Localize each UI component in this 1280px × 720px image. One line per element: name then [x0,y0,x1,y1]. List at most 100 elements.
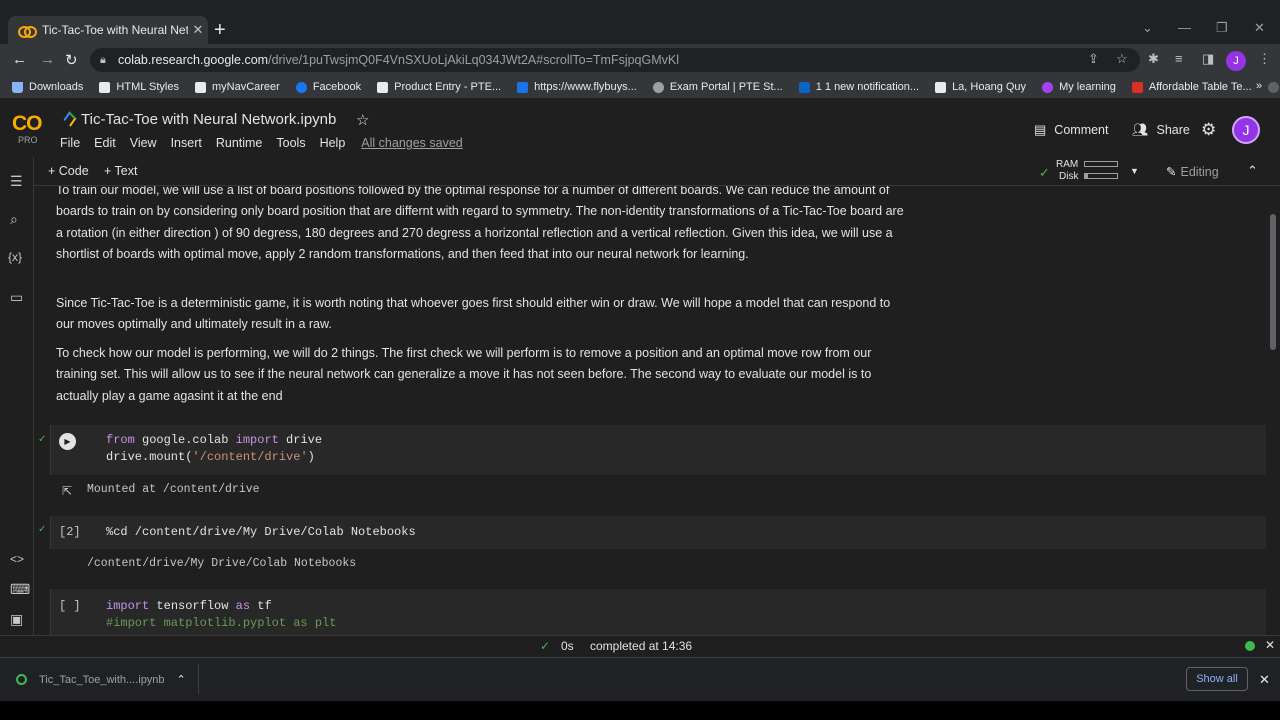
menu-edit[interactable]: Edit [94,136,116,150]
bookmark-item[interactable] [1267,81,1280,93]
bookmark-favicon-icon [935,81,947,93]
completion-time[interactable]: completed at 14:36 [590,639,692,653]
bookmark-star-icon[interactable]: ☆ [1116,51,1128,67]
url-domain: colab.research.google.com [118,53,269,67]
code-line[interactable]: drive.mount('/content/drive') [106,449,315,467]
bookmark-item[interactable]: 1 1 new notification... [798,81,919,93]
code-snippets-icon[interactable]: <> [10,552,24,566]
add-code-button[interactable]: + Code [48,164,89,178]
share-button[interactable]: 👥︎ Share [1132,122,1190,138]
bookmark-item[interactable]: Downloads [12,81,83,93]
bookmarks-bar: Downloads HTML Styles myNavCareer Facebo… [0,76,1280,98]
menu-runtime[interactable]: Runtime [216,136,263,150]
lock-icon: 🔒︎ [100,54,106,66]
add-text-button[interactable]: + Text [104,164,137,178]
comment-icon: ▤ [1034,122,1047,137]
bookmark-item[interactable]: Exam Portal | PTE St... [652,81,783,93]
notebook-title[interactable]: Tic-Tac-Toe with Neural Network.ipynb [81,111,336,128]
notebook-scrollbar[interactable] [1270,214,1276,350]
new-tab-icon[interactable]: + [214,20,226,40]
variables-icon[interactable]: {x} [8,250,22,264]
code-cell[interactable]: [2] %cd /content/drive/My Drive/Colab No… [50,516,1266,549]
back-icon[interactable]: ← [12,51,27,68]
close-status-icon[interactable]: ✕ [1265,638,1275,652]
bookmark-favicon-icon [194,81,206,93]
bookmark-item[interactable]: La, Hoang Quy [935,81,1026,93]
download-icon [12,81,23,93]
minimize-icon[interactable]: — [1178,20,1191,35]
close-tab-icon[interactable]: ✕ [188,22,208,38]
save-status[interactable]: All changes saved [361,136,462,150]
connected-check-icon: ✓ [1039,165,1050,180]
bookmark-item[interactable]: Affordable Table Te... [1131,81,1252,93]
address-bar[interactable]: 🔒︎ colab.research.google.com/drive/1puTw… [90,48,1140,72]
code-cell[interactable]: ▶ from google.colab import drive drive.m… [50,425,1266,475]
files-folder-icon[interactable]: ▭ [10,289,23,306]
menu-view[interactable]: View [130,136,157,150]
account-avatar[interactable]: J [1232,116,1260,144]
bookmark-favicon-icon [99,81,111,93]
bookmark-favicon-icon [377,81,389,93]
maximize-icon[interactable]: ❐ [1216,20,1228,36]
bookmark-item[interactable]: Product Entry - PTE... [377,81,501,93]
disk-label: Disk [1059,171,1079,182]
cell-output: /content/drive/My Drive/Colab Notebooks [87,557,357,570]
tab-search-icon[interactable]: ⌄ [1142,20,1153,36]
code-line[interactable]: from google.colab import drive [106,432,322,450]
text-cell-paragraph[interactable]: To train our model, we will use a list o… [56,186,906,265]
chevron-up-icon[interactable]: ⌃ [177,673,186,686]
bookmark-item[interactable]: Facebook [295,81,361,93]
comment-button[interactable]: ▤ Comment [1034,122,1108,138]
runtime-dropdown-icon[interactable]: ▼ [1130,166,1139,176]
reload-icon[interactable]: ↻ [65,51,78,69]
editing-mode[interactable]: ✎ Editing [1166,164,1219,179]
runtime-status-dot-icon [1245,641,1255,651]
bookmark-item[interactable]: myNavCareer [194,81,280,93]
text-cell-paragraph[interactable]: Since Tic-Tac-Toe is a deterministic gam… [56,293,906,336]
cell-output: Mounted at /content/drive [87,483,260,496]
run-cell-play-icon[interactable]: ▶ [59,433,76,450]
menu-tools[interactable]: Tools [276,136,305,150]
code-line[interactable]: %cd /content/drive/My Drive/Colab Notebo… [106,524,416,542]
bookmark-item[interactable]: My learning [1042,81,1116,93]
extensions-icon[interactable]: ✱ [1148,51,1159,67]
cell-success-check-icon: ✓ [38,524,47,535]
code-comment-line[interactable]: #import matplotlib.pyplot as plt [106,615,336,633]
share-page-icon[interactable]: ⇪ [1088,51,1099,67]
text-cell-paragraph[interactable]: To check how our model is performing, we… [56,343,906,407]
output-icon[interactable]: ⇱ [62,484,72,498]
side-panel-icon[interactable]: ◨ [1202,51,1214,67]
profile-avatar[interactable]: J [1226,51,1246,71]
bookmark-item[interactable]: https://www.flybuys... [517,81,637,93]
close-window-icon[interactable]: ✕ [1254,20,1265,36]
show-all-button[interactable]: Show all [1186,667,1248,691]
terminal-icon[interactable]: ▣ [10,611,23,628]
command-palette-icon[interactable]: ⌨ [10,581,30,598]
tab-title: Tic-Tac-Toe with Neural Network [42,23,188,37]
download-item[interactable]: Tic_Tac_Toe_with....ipynb ⌃ [16,673,186,686]
colab-logo[interactable]: CO [12,112,42,136]
menu-bar: File Edit View Insert Runtime Tools Help… [60,136,477,150]
table-of-contents-icon[interactable]: ☰ [10,173,23,190]
menu-file[interactable]: File [60,136,80,150]
divider [198,664,199,694]
star-notebook-icon[interactable]: ☆ [356,111,369,129]
browser-menu-icon[interactable]: ⋮ [1258,51,1271,67]
code-cell[interactable]: [ ] import tensorflow as tf #import matp… [50,589,1266,635]
code-line[interactable]: import tensorflow as tf [106,598,272,616]
more-bookmarks-icon[interactable]: » [1256,80,1262,92]
menu-insert[interactable]: Insert [171,136,202,150]
media-icon[interactable]: ≡ [1175,51,1183,66]
execution-duration: 0s [561,639,574,653]
browser-tab[interactable]: Tic-Tac-Toe with Neural Network ✕ [8,16,208,44]
menu-help[interactable]: Help [320,136,346,150]
search-icon[interactable]: ⌕ [10,211,18,228]
pencil-icon: ✎ [1166,165,1177,179]
bookmark-item[interactable]: HTML Styles [99,81,179,93]
bookmark-favicon-icon [517,81,529,93]
settings-gear-icon[interactable]: ⚙ [1201,120,1216,140]
close-shelf-icon[interactable]: ✕ [1259,672,1270,688]
forward-icon[interactable]: → [40,51,55,68]
collapse-header-icon[interactable]: ⌃ [1247,163,1258,179]
resource-monitor[interactable]: RAM Disk [1056,159,1118,183]
